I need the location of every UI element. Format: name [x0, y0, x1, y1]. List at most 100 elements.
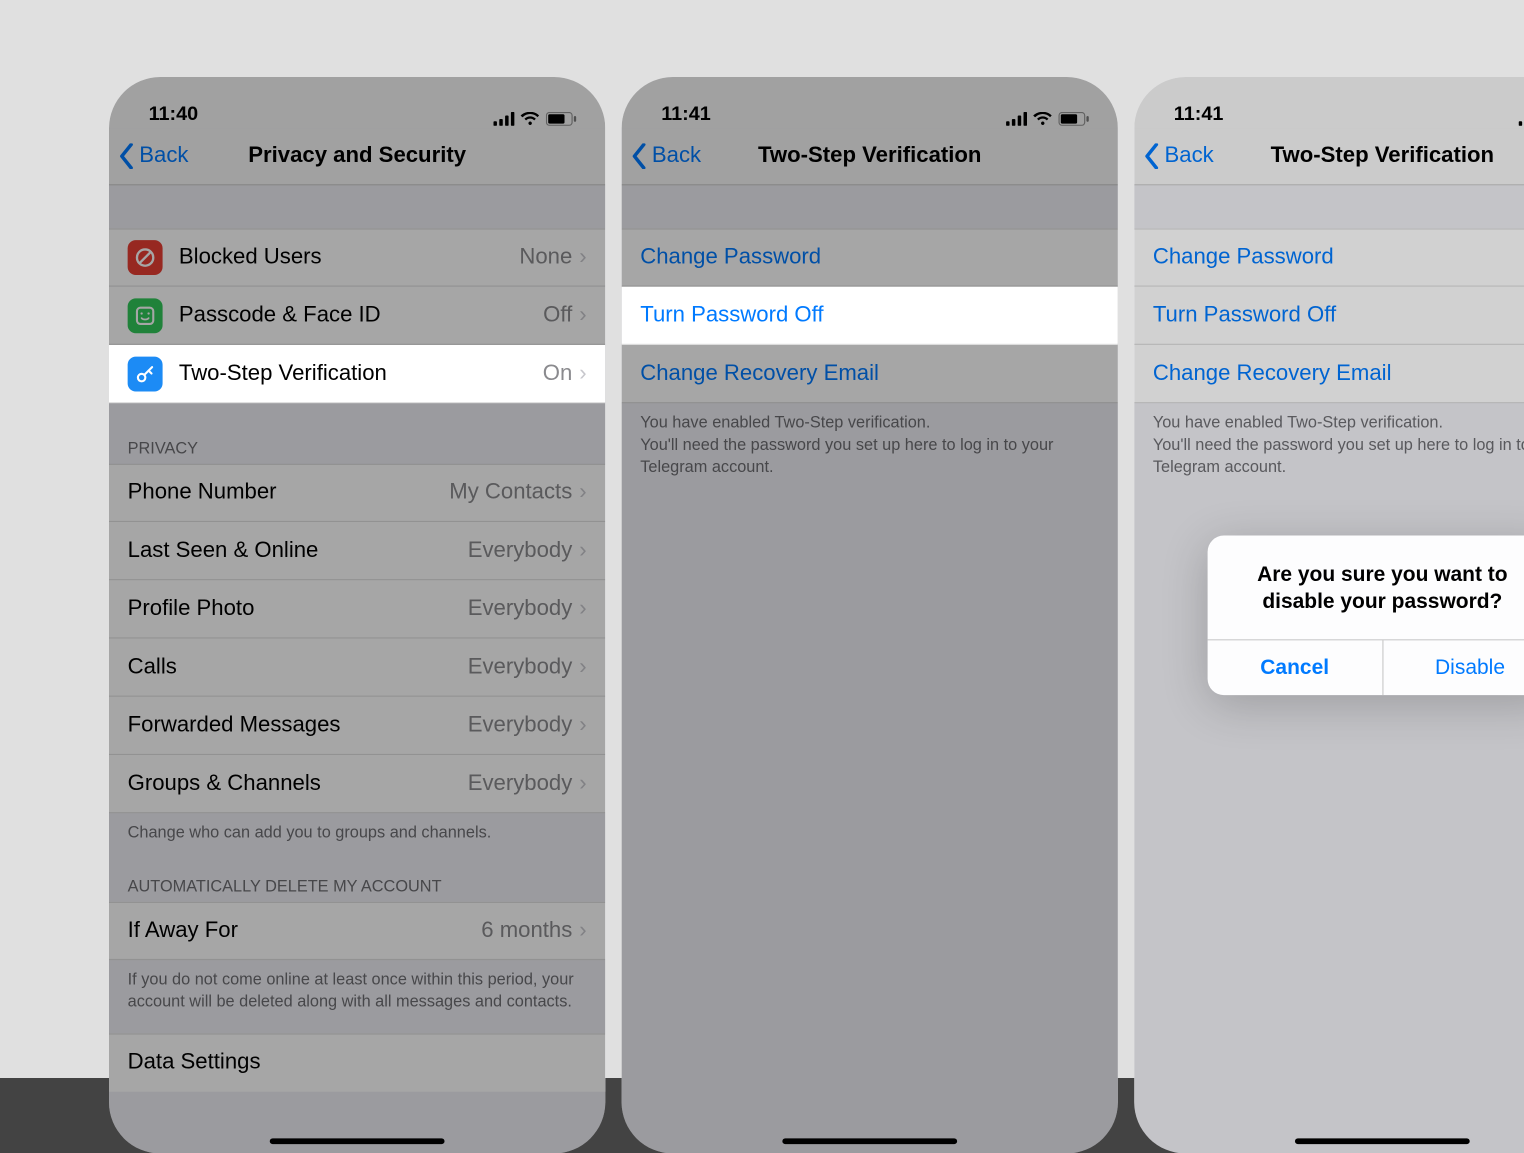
back-label: Back [139, 143, 188, 169]
wifi-icon [1033, 112, 1053, 126]
home-indicator[interactable] [270, 1138, 445, 1144]
chevron-right-icon: › [579, 480, 586, 506]
row-data-settings[interactable]: Data Settings [109, 1033, 605, 1091]
chevron-left-icon [118, 143, 134, 169]
row-forwarded-messages[interactable]: Forwarded Messages Everybody › [109, 697, 605, 755]
status-time: 11:40 [149, 103, 199, 126]
back-label: Back [652, 143, 701, 169]
alert-disable-button[interactable]: Disable [1382, 640, 1524, 695]
row-label: Change Recovery Email [1153, 361, 1392, 387]
row-if-away-for[interactable]: If Away For 6 months › [109, 902, 605, 960]
chevron-right-icon: › [579, 713, 586, 739]
nav-bar: Back Two-Step Verification [1134, 128, 1524, 185]
row-value: Everybody [468, 654, 573, 680]
back-button[interactable]: Back [622, 143, 702, 169]
row-value: Off [543, 302, 572, 328]
row-change-recovery-email[interactable]: Change Recovery Email [1134, 345, 1524, 403]
chevron-right-icon: › [579, 771, 586, 797]
section-footer-two-step: You have enabled Two-Step verification. … [622, 403, 1118, 482]
row-value: My Contacts [449, 480, 572, 506]
row-label: Phone Number [128, 480, 277, 506]
row-value: Everybody [468, 713, 573, 739]
cellular-icon [1519, 112, 1524, 126]
back-label: Back [1164, 143, 1213, 169]
row-value: None [519, 245, 572, 271]
chevron-left-icon [1144, 143, 1160, 169]
nav-bar: Back Privacy and Security [109, 128, 605, 185]
row-value: On [543, 361, 573, 387]
chevron-right-icon: › [579, 654, 586, 680]
row-label: Change Password [1153, 245, 1334, 271]
chevron-left-icon [631, 143, 647, 169]
wifi-icon [520, 112, 540, 126]
chevron-right-icon: › [579, 361, 586, 387]
section-footer-two-step: You have enabled Two-Step verification. … [1134, 403, 1524, 482]
alert-cancel-button[interactable]: Cancel [1208, 640, 1382, 695]
row-profile-photo[interactable]: Profile Photo Everybody › [109, 580, 605, 638]
section-header-autodelete: AUTOMATICALLY DELETE MY ACCOUNT [109, 869, 605, 902]
home-indicator[interactable] [1295, 1138, 1470, 1144]
row-label: Calls [128, 654, 177, 680]
cellular-icon [493, 112, 514, 126]
status-time: 11:41 [661, 103, 711, 126]
row-groups-channels[interactable]: Groups & Channels Everybody › [109, 755, 605, 813]
row-turn-password-off[interactable]: Turn Password Off [622, 287, 1118, 345]
section-header-privacy: PRIVACY [109, 431, 605, 464]
row-change-password[interactable]: Change Password [1134, 228, 1524, 286]
screen-two-step: 11:41 Back Two-Step Verification Change … [622, 77, 1118, 1153]
screen-privacy-security: 11:40 Back Privacy and Security Blocked … [109, 77, 605, 1153]
row-change-recovery-email[interactable]: Change Recovery Email [622, 345, 1118, 403]
status-bar: 11:40 [109, 77, 605, 128]
back-button[interactable]: Back [1134, 143, 1214, 169]
status-icons [493, 112, 577, 126]
chevron-right-icon: › [579, 596, 586, 622]
row-label: Change Recovery Email [640, 361, 879, 387]
status-icons [1006, 112, 1090, 126]
section-footer-privacy: Change who can add you to groups and cha… [109, 813, 605, 848]
passcode-icon [128, 298, 163, 333]
row-calls[interactable]: Calls Everybody › [109, 639, 605, 697]
home-indicator[interactable] [782, 1138, 957, 1144]
row-label: Profile Photo [128, 596, 255, 622]
chevron-right-icon: › [579, 918, 586, 944]
row-label: Change Password [640, 245, 821, 271]
row-value: Everybody [468, 771, 573, 797]
row-phone-number[interactable]: Phone Number My Contacts › [109, 464, 605, 522]
chevron-right-icon: › [579, 302, 586, 328]
screen-two-step-alert: 11:41 Back Two-Step Verification Change … [1134, 77, 1524, 1153]
row-label: Turn Password Off [1153, 302, 1336, 328]
row-label: Forwarded Messages [128, 713, 341, 739]
row-value: 6 months [481, 918, 572, 944]
row-value: Everybody [468, 596, 573, 622]
row-label: Two-Step Verification [179, 361, 387, 387]
status-time: 11:41 [1174, 103, 1224, 126]
back-button[interactable]: Back [109, 143, 189, 169]
battery-icon [1058, 112, 1089, 126]
alert-message: Are you sure you want to disable your pa… [1208, 536, 1524, 639]
battery-icon [546, 112, 577, 126]
row-label: Data Settings [128, 1050, 261, 1076]
row-label: Passcode & Face ID [179, 302, 381, 328]
row-label: If Away For [128, 918, 238, 944]
row-label: Turn Password Off [640, 302, 823, 328]
status-bar: 11:41 [1134, 77, 1524, 128]
row-turn-password-off[interactable]: Turn Password Off [1134, 287, 1524, 345]
row-last-seen[interactable]: Last Seen & Online Everybody › [109, 522, 605, 580]
status-icons [1519, 112, 1524, 126]
row-blocked-users[interactable]: Blocked Users None › [109, 228, 605, 286]
row-label: Last Seen & Online [128, 538, 319, 564]
row-change-password[interactable]: Change Password [622, 228, 1118, 286]
section-footer-autodelete: If you do not come online at least once … [109, 960, 605, 1017]
row-passcode-faceid[interactable]: Passcode & Face ID Off › [109, 287, 605, 345]
nav-bar: Back Two-Step Verification [622, 128, 1118, 185]
chevron-right-icon: › [579, 245, 586, 271]
row-label: Groups & Channels [128, 771, 321, 797]
blocked-icon [128, 240, 163, 275]
row-value: Everybody [468, 538, 573, 564]
status-bar: 11:41 [622, 77, 1118, 128]
chevron-right-icon: › [579, 538, 586, 564]
cellular-icon [1006, 112, 1027, 126]
row-label: Blocked Users [179, 245, 322, 271]
row-two-step-verification[interactable]: Two-Step Verification On › [109, 345, 605, 403]
key-icon [128, 356, 163, 391]
